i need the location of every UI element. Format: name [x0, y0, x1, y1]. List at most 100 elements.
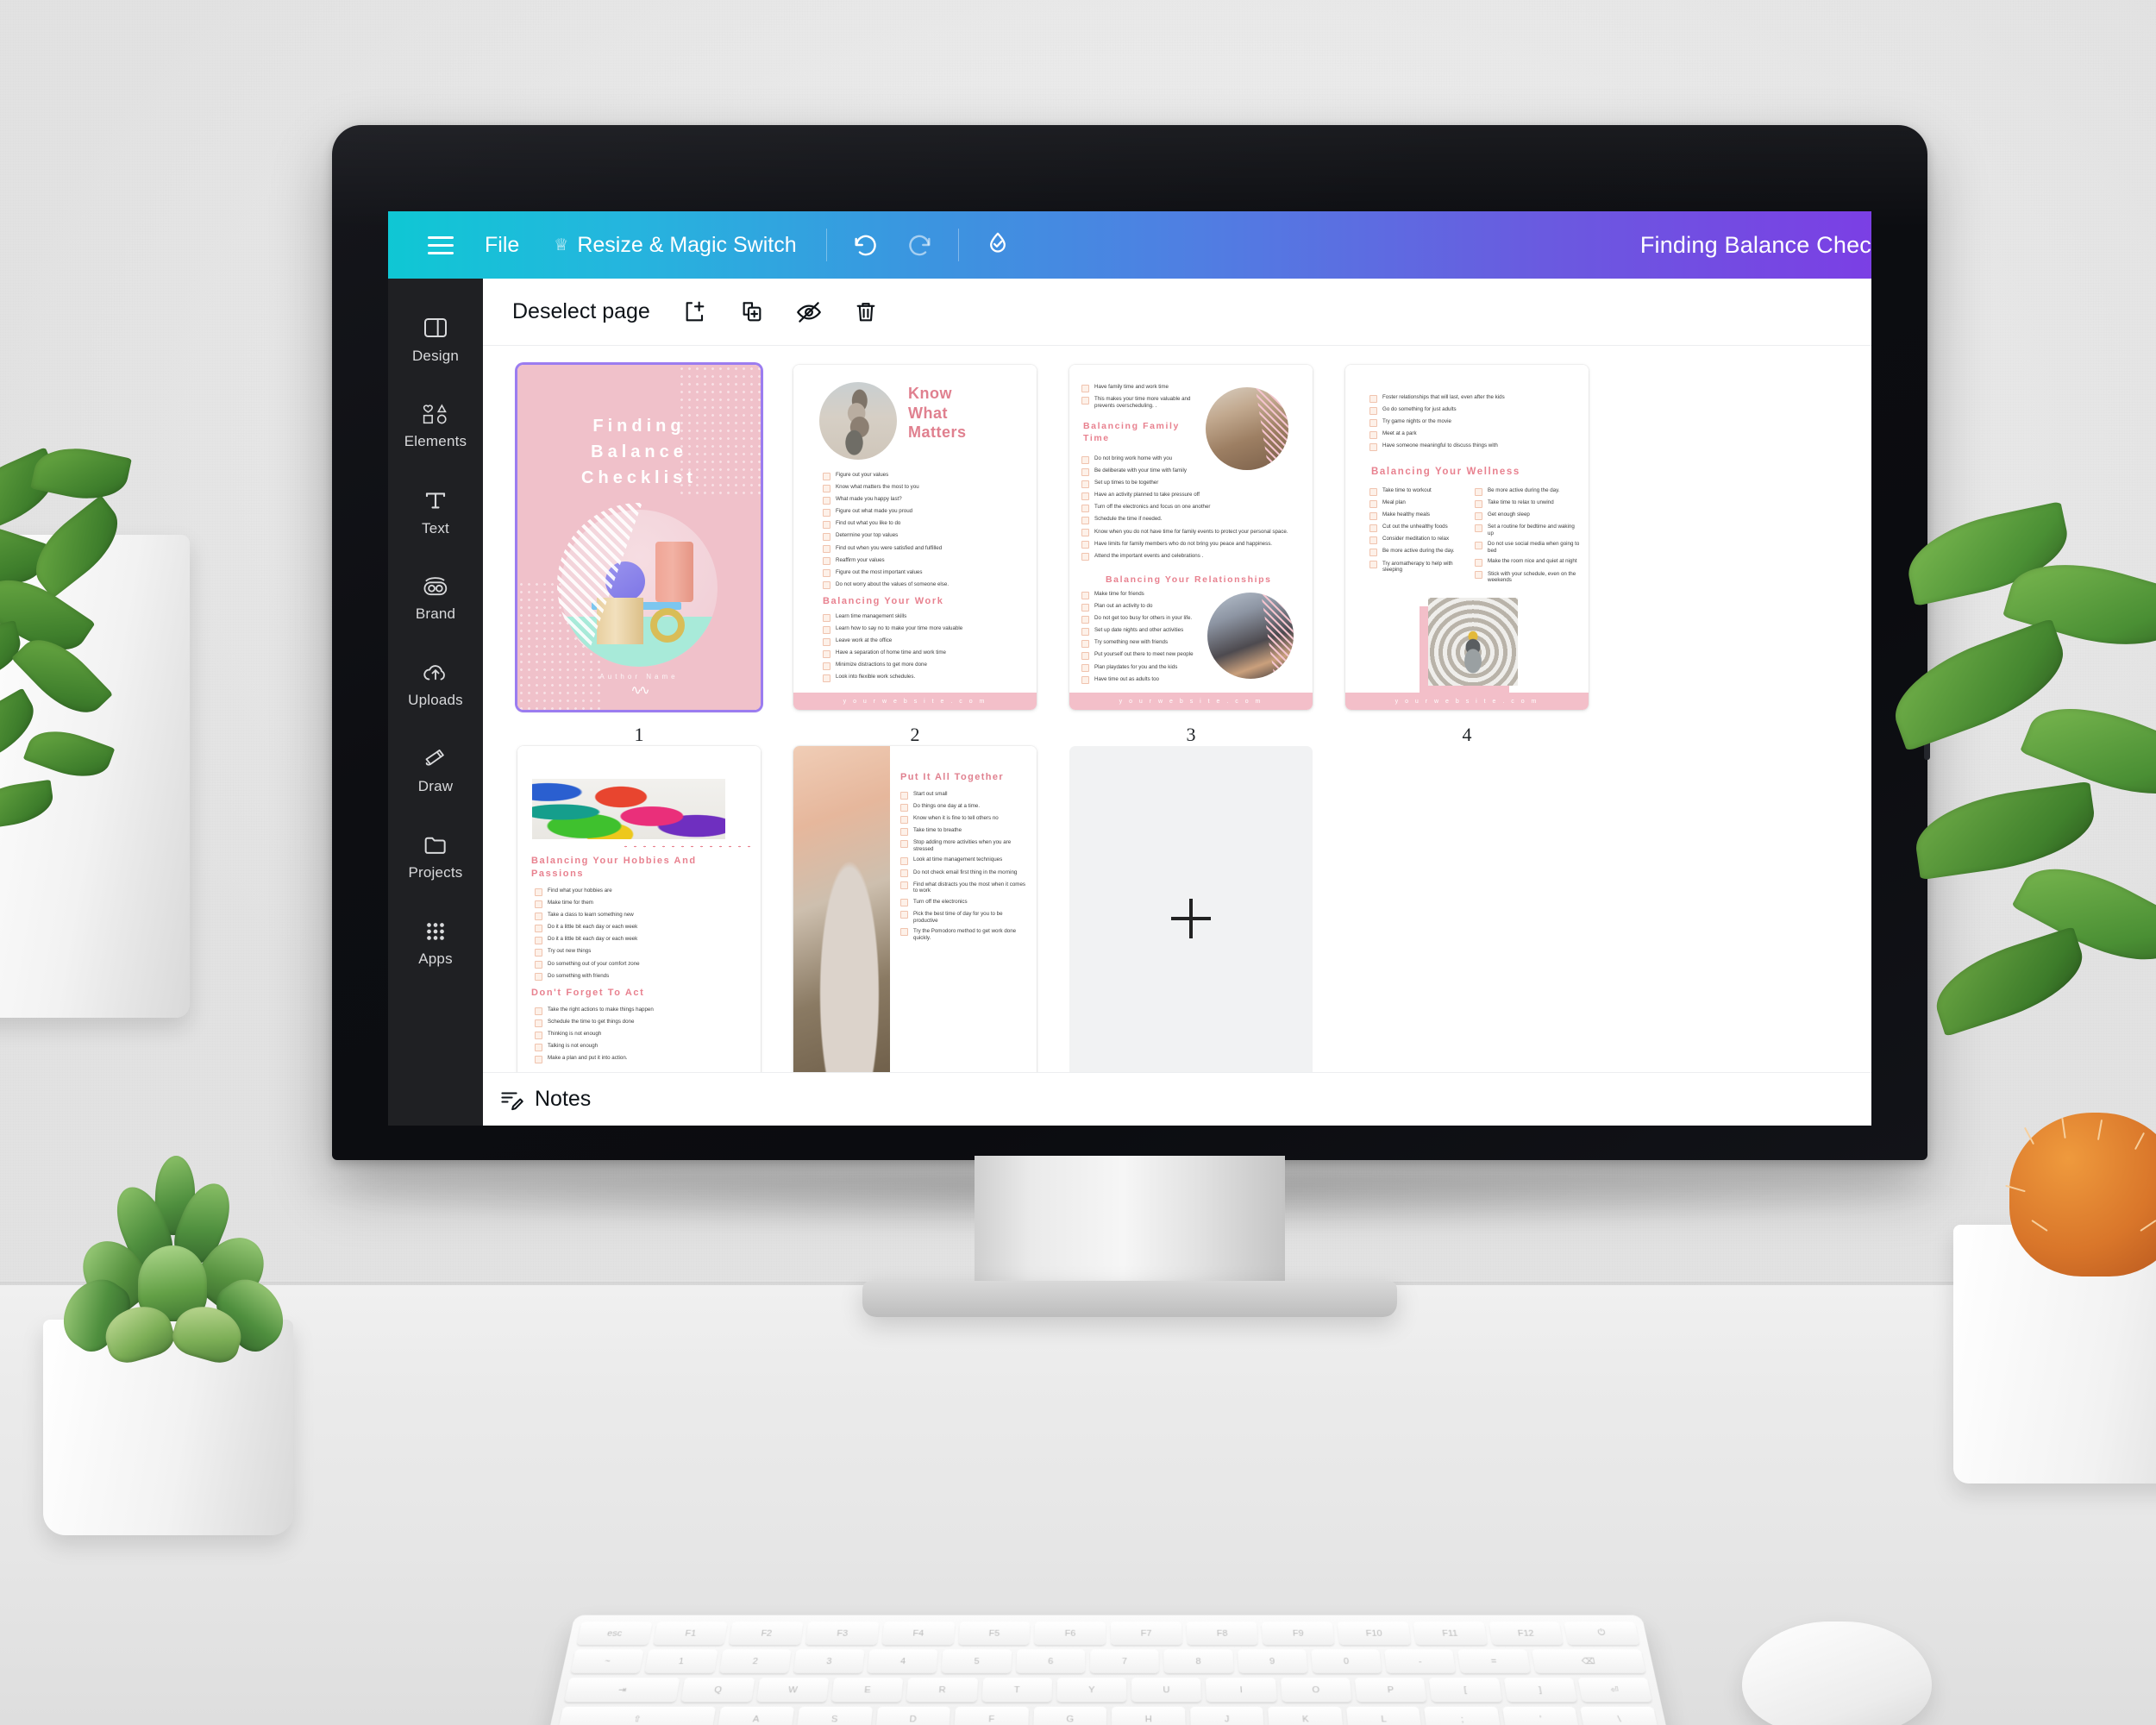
pages-grid-scroll[interactable]: Finding Balance Checklist Author Name ∿∿… — [483, 346, 1871, 1072]
key[interactable]: ] — [1503, 1678, 1577, 1703]
key[interactable]: 7 — [1090, 1649, 1160, 1673]
page-thumbnail-2[interactable]: Know What Matters Figure out your values K… — [793, 365, 1037, 710]
sidebar-item-draw[interactable]: Draw — [392, 729, 479, 812]
checkbox-icon[interactable] — [900, 911, 908, 919]
checkbox-icon[interactable] — [823, 662, 830, 670]
checklist-item[interactable]: Find what distracts you the most when it… — [900, 881, 1028, 895]
file-menu-button[interactable]: File — [467, 223, 536, 268]
checkbox-icon[interactable] — [823, 520, 830, 529]
key[interactable]: F3 — [805, 1622, 880, 1646]
checklist-item[interactable]: Start out small — [900, 791, 1028, 800]
key[interactable]: P — [1354, 1678, 1427, 1703]
checkbox-icon[interactable] — [823, 496, 830, 505]
key[interactable]: 5 — [941, 1649, 1012, 1673]
checkbox-icon[interactable] — [1475, 511, 1482, 520]
checklist-item[interactable]: Reaffirm your values — [823, 557, 1025, 566]
checkbox-icon[interactable] — [1475, 558, 1482, 567]
key[interactable]: G — [1032, 1706, 1107, 1725]
checklist-item[interactable]: Meal plan — [1369, 499, 1470, 508]
checkbox-icon[interactable] — [1369, 524, 1377, 532]
key[interactable]: A — [718, 1706, 795, 1725]
checklist-item[interactable]: Make a plan and put it into action. — [535, 1055, 749, 1063]
duplicate-page-button[interactable] — [726, 286, 778, 338]
document-title[interactable]: Finding Balance Chec — [1388, 211, 1871, 279]
checklist-item[interactable]: Be deliberate with your time with family — [1081, 467, 1300, 476]
checklist-item[interactable]: Learn time management skills — [823, 613, 1025, 622]
key[interactable]: F7 — [1110, 1622, 1182, 1646]
checklist-item[interactable]: Foster relationships that will last, eve… — [1369, 394, 1576, 403]
resize-magic-switch-button[interactable]: ♕ Resize & Magic Switch — [536, 223, 813, 268]
checklist-item[interactable]: Learn how to say no to make your time mo… — [823, 625, 1025, 634]
checkbox-icon[interactable] — [1475, 487, 1482, 496]
checkbox-icon[interactable] — [900, 827, 908, 836]
key[interactable]: F6 — [1034, 1622, 1106, 1646]
checkbox-icon[interactable] — [1369, 499, 1377, 508]
key[interactable]: Y — [1056, 1678, 1127, 1703]
checkbox-icon[interactable] — [900, 928, 908, 937]
key[interactable]: ⇥ — [564, 1678, 680, 1703]
checkbox-icon[interactable] — [535, 912, 542, 920]
checkbox-icon[interactable] — [823, 545, 830, 554]
checkbox-icon[interactable] — [535, 888, 542, 896]
checkbox-icon[interactable] — [1369, 394, 1377, 403]
checklist-item[interactable]: Do not bring work home with you — [1081, 455, 1300, 464]
checklist-item[interactable]: Do not use social media when going to be… — [1475, 541, 1582, 555]
checkbox-icon[interactable] — [1081, 455, 1089, 464]
key[interactable]: [ — [1429, 1678, 1502, 1703]
checkbox-icon[interactable] — [1475, 524, 1482, 532]
hide-page-button[interactable] — [783, 286, 835, 338]
checkbox-icon[interactable] — [823, 625, 830, 634]
key[interactable]: H — [1112, 1706, 1186, 1725]
key[interactable]: F1 — [653, 1622, 728, 1646]
key[interactable]: = — [1457, 1649, 1531, 1673]
page-thumbnail-1[interactable]: Finding Balance Checklist Author Name ∿∿ — [517, 365, 761, 710]
checkbox-icon[interactable] — [1081, 639, 1089, 648]
checkbox-icon[interactable] — [1369, 442, 1377, 451]
checklist-item[interactable]: Be more active during the day. — [1475, 487, 1582, 496]
key[interactable]: U — [1131, 1678, 1202, 1703]
checklist-item[interactable]: Make time for them — [535, 900, 749, 908]
checklist-item[interactable]: Do not worry about the values of someone… — [823, 581, 1025, 590]
key[interactable]: F5 — [958, 1622, 1031, 1646]
checkbox-icon[interactable] — [1475, 499, 1482, 508]
checklist-item[interactable]: Try game nights or the movie — [1369, 418, 1576, 427]
checklist-item[interactable]: Do something with friends — [535, 973, 749, 982]
checklist-item[interactable]: Be more active during the day. — [1369, 548, 1470, 556]
delete-page-button[interactable] — [840, 286, 892, 338]
checklist-item[interactable]: Stop adding more activities when you are… — [900, 839, 1028, 853]
checkbox-icon[interactable] — [1081, 467, 1089, 476]
key[interactable]: ⏻ — [1564, 1622, 1640, 1646]
checkbox-icon[interactable] — [1475, 571, 1482, 580]
checklist-item[interactable]: Pick the best time of day for you to be … — [900, 911, 1028, 925]
checklist-item[interactable]: Schedule the time to get things done — [535, 1019, 749, 1027]
checkbox-icon[interactable] — [535, 924, 542, 932]
key[interactable]: - — [1384, 1649, 1457, 1673]
checkbox-icon[interactable] — [535, 1031, 542, 1039]
key[interactable]: ; — [1424, 1706, 1501, 1725]
checklist-item[interactable]: Cut out the unhealthy foods — [1369, 524, 1470, 532]
checklist-item[interactable]: Look at time management techniques — [900, 856, 1028, 865]
checkbox-icon[interactable] — [1081, 627, 1089, 636]
checklist-item[interactable]: This makes your time more valuable and p… — [1081, 396, 1199, 410]
key[interactable]: D — [874, 1706, 951, 1725]
checkbox-icon[interactable] — [535, 961, 542, 969]
checkbox-icon[interactable] — [900, 856, 908, 865]
key[interactable]: J — [1189, 1706, 1265, 1725]
sidebar-item-elements[interactable]: Elements — [392, 384, 479, 467]
key[interactable]: F9 — [1262, 1622, 1335, 1646]
checklist-item[interactable]: Determine your top values — [823, 532, 1025, 541]
checkbox-icon[interactable] — [823, 557, 830, 566]
checklist-item[interactable]: Have an activity planned to take pressur… — [1081, 492, 1300, 500]
checkbox-icon[interactable] — [1081, 664, 1089, 673]
key[interactable]: W — [756, 1678, 830, 1703]
sidebar-item-design[interactable]: Design — [392, 298, 479, 380]
checkbox-icon[interactable] — [1081, 615, 1089, 624]
key[interactable]: 4 — [867, 1649, 938, 1673]
key[interactable]: ~ — [570, 1649, 644, 1673]
checklist-item[interactable]: What made you happy last? — [823, 496, 1025, 505]
checkbox-icon[interactable] — [823, 649, 830, 658]
checkbox-icon[interactable] — [1081, 516, 1089, 524]
checkbox-icon[interactable] — [1081, 553, 1089, 561]
checkbox-icon[interactable] — [900, 881, 908, 890]
checklist-item[interactable]: Get enough sleep — [1475, 511, 1582, 520]
